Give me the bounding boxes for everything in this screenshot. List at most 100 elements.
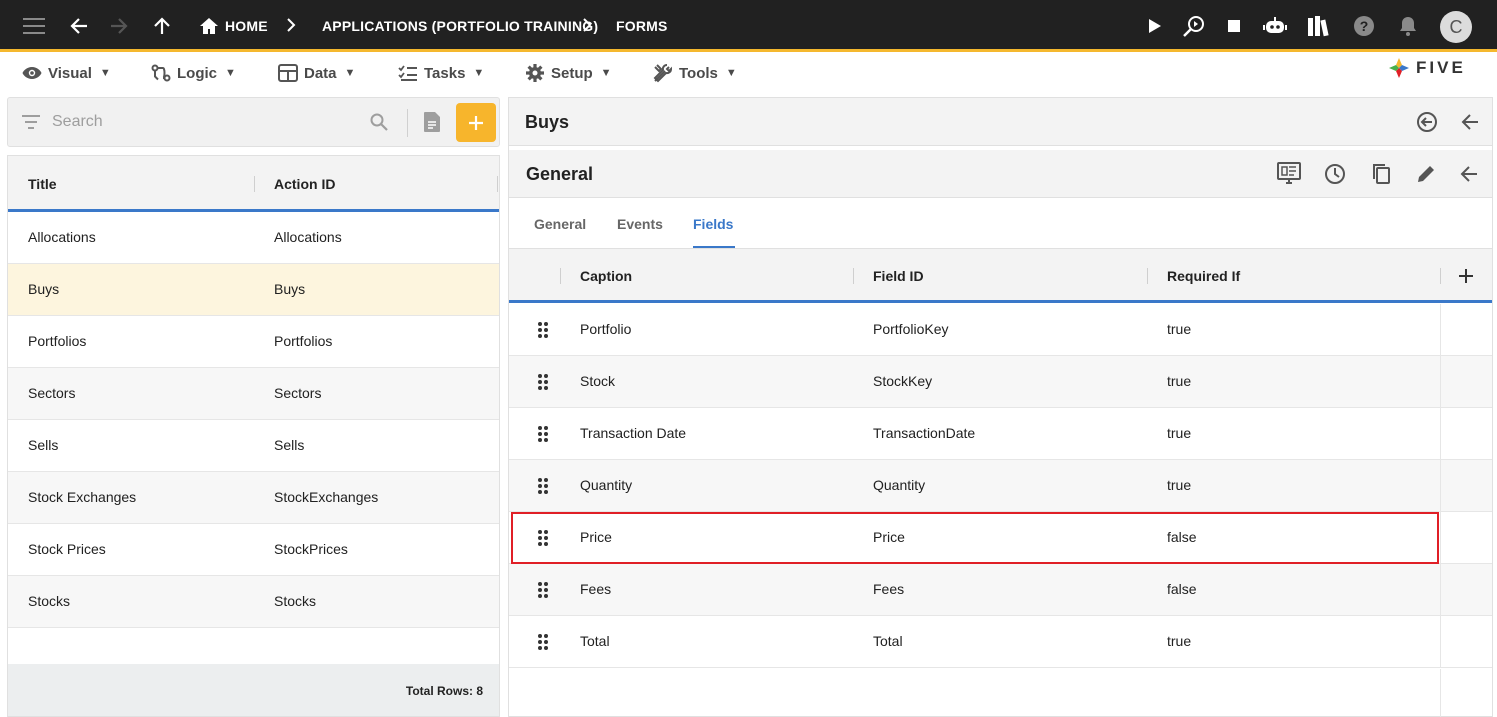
divider xyxy=(1440,408,1441,460)
bell-icon[interactable] xyxy=(1395,13,1421,39)
drag-handle-icon[interactable] xyxy=(537,425,549,443)
cell-required-if: true xyxy=(1167,321,1192,337)
table-row[interactable]: Stock StockKey true xyxy=(509,356,1492,408)
section-title: General xyxy=(526,164,594,184)
divider xyxy=(1440,512,1441,564)
column-required-if-header[interactable]: Required If xyxy=(1167,268,1240,284)
tasks-icon xyxy=(398,65,418,81)
drag-handle-icon[interactable] xyxy=(537,529,549,547)
cell-action-id: Allocations xyxy=(274,229,342,245)
table-row[interactable]: Total Total true xyxy=(509,616,1492,668)
close-panel-arrow-icon[interactable] xyxy=(1458,110,1482,134)
drag-handle-icon[interactable] xyxy=(537,581,549,599)
caret-down-icon: ▼ xyxy=(725,67,737,79)
edit-pencil-icon[interactable] xyxy=(1414,162,1438,186)
cell-field-id: Quantity xyxy=(873,477,926,493)
document-icon[interactable] xyxy=(423,111,441,133)
form-preview-icon[interactable] xyxy=(1277,162,1301,186)
filter-icon[interactable] xyxy=(22,115,40,129)
table-row[interactable]: Quantity Quantity true xyxy=(509,460,1492,512)
table-row[interactable]: Portfolios Portfolios xyxy=(8,316,499,368)
table-row[interactable]: Sectors Sectors xyxy=(8,368,499,420)
menu-setup[interactable]: Setup ▼ xyxy=(525,61,612,85)
back-arrow-icon[interactable] xyxy=(66,13,92,39)
column-action-id-header[interactable]: Action ID xyxy=(274,176,335,192)
cell-title: Sells xyxy=(28,437,59,453)
menu-icon[interactable] xyxy=(21,13,47,39)
drag-handle-icon[interactable] xyxy=(537,633,549,651)
home-icon[interactable] xyxy=(196,13,222,39)
cell-field-id: TransactionDate xyxy=(873,425,976,441)
stop-icon[interactable] xyxy=(1221,13,1247,39)
tab-fields[interactable]: Fields xyxy=(693,216,733,232)
logic-icon xyxy=(151,64,171,82)
menu-data[interactable]: Data ▼ xyxy=(278,61,355,85)
menu-tools[interactable]: Tools ▼ xyxy=(653,61,737,85)
cell-caption: Total xyxy=(580,633,610,649)
table-row[interactable]: Portfolio PortfolioKey true xyxy=(509,304,1492,356)
breadcrumb-applications[interactable]: APPLICATIONS (PORTFOLIO TRAINING) xyxy=(322,0,598,52)
breadcrumb-home[interactable]: HOME xyxy=(225,0,268,52)
table-row[interactable]: Stock Prices StockPrices xyxy=(8,524,499,576)
five-logo-text: FIVE xyxy=(1416,58,1466,77)
add-field-plus-icon[interactable] xyxy=(1459,269,1473,283)
chevron-right-icon xyxy=(286,17,296,33)
table-row[interactable]: Fees Fees false xyxy=(509,564,1492,616)
copy-icon[interactable] xyxy=(1369,162,1393,186)
drag-handle-icon[interactable] xyxy=(537,477,549,495)
cell-caption: Quantity xyxy=(580,477,633,493)
tab-general[interactable]: General xyxy=(534,216,586,232)
divider xyxy=(1440,669,1441,717)
library-icon[interactable] xyxy=(1306,13,1332,39)
menu-logic-label: Logic xyxy=(177,64,217,82)
table-row[interactable]: Stock Exchanges StockExchanges xyxy=(8,472,499,524)
add-button[interactable] xyxy=(456,103,496,142)
menu-setup-label: Setup xyxy=(551,64,593,82)
table-row[interactable]: Stocks Stocks xyxy=(8,576,499,628)
clock-icon[interactable] xyxy=(1323,162,1347,186)
divider xyxy=(1440,616,1441,668)
search-input[interactable]: Search xyxy=(52,113,103,131)
gear-icon xyxy=(525,63,545,83)
breadcrumb-forms[interactable]: FORMS xyxy=(616,0,668,52)
debug-search-icon[interactable] xyxy=(1181,13,1207,39)
column-caption-header[interactable]: Caption xyxy=(580,268,632,284)
cell-action-id: Portfolios xyxy=(274,333,333,349)
cell-action-id: Buys xyxy=(274,281,306,297)
menu-tasks[interactable]: Tasks ▼ xyxy=(398,61,484,85)
cell-caption: Stock xyxy=(580,373,616,389)
form-title: Buys xyxy=(525,112,570,132)
forms-table: Title Action ID Allocations Allocations … xyxy=(7,155,500,717)
cell-required-if: true xyxy=(1167,425,1192,441)
back-arrow-icon[interactable] xyxy=(1457,162,1481,186)
caret-down-icon: ▼ xyxy=(225,67,236,79)
chatbot-icon[interactable] xyxy=(1262,13,1288,39)
search-icon[interactable] xyxy=(370,113,388,131)
search-bar: Search xyxy=(7,97,500,147)
cell-title: Stock Prices xyxy=(28,541,106,557)
main-menu-bar: Visual ▼ Logic ▼ Data ▼ Tasks ▼ Setup ▼ … xyxy=(0,55,1497,91)
play-icon[interactable] xyxy=(1142,13,1168,39)
drag-handle-icon[interactable] xyxy=(537,373,549,391)
forward-arrow-icon[interactable] xyxy=(106,13,132,39)
column-field-id-header[interactable]: Field ID xyxy=(873,268,924,284)
up-arrow-icon[interactable] xyxy=(149,13,175,39)
table-row[interactable]: Sells Sells xyxy=(8,420,499,472)
cell-caption: Fees xyxy=(580,581,612,597)
five-logo-mark-icon xyxy=(1389,58,1409,78)
table-row[interactable]: Allocations Allocations xyxy=(8,212,499,264)
avatar[interactable]: C xyxy=(1440,11,1472,43)
table-row[interactable]: Transaction Date TransactionDate true xyxy=(509,408,1492,460)
help-icon[interactable]: ? xyxy=(1351,13,1377,39)
caret-down-icon: ▼ xyxy=(473,67,485,79)
menu-visual[interactable]: Visual ▼ xyxy=(22,61,111,85)
menu-logic[interactable]: Logic ▼ xyxy=(151,61,236,85)
column-title-header[interactable]: Title xyxy=(28,176,57,192)
cell-field-id: Total xyxy=(873,633,903,649)
tab-events[interactable]: Events xyxy=(617,216,663,232)
table-row-selected[interactable]: Buys Buys xyxy=(8,264,499,316)
caret-down-icon: ▼ xyxy=(99,67,111,79)
history-back-icon[interactable] xyxy=(1415,110,1439,134)
table-row-highlighted[interactable]: Price Price false xyxy=(509,512,1492,564)
drag-handle-icon[interactable] xyxy=(537,321,549,339)
